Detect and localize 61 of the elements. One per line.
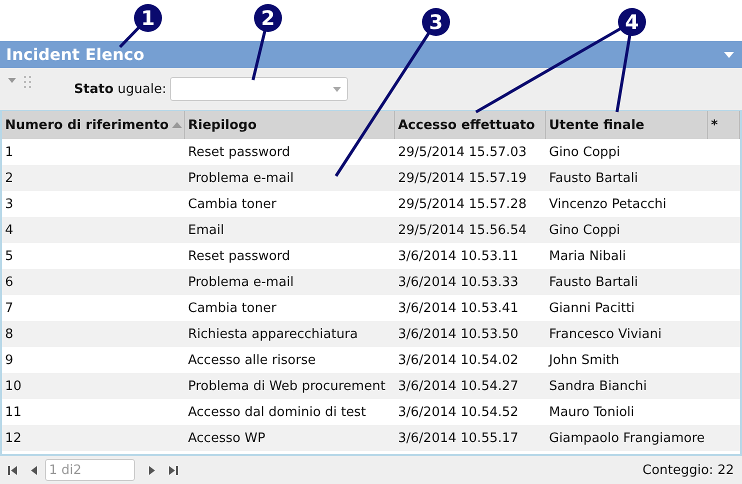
table-cell-text: 7 bbox=[4, 300, 14, 318]
callout-number: 1 bbox=[134, 4, 162, 32]
table-cell-text: Gianni Pacitti bbox=[548, 300, 636, 318]
table-cell-text: 1 bbox=[4, 144, 14, 162]
table-cell-text: 3/6/2014 10.53.33 bbox=[397, 274, 520, 292]
table-cell-text: Reset password bbox=[187, 248, 292, 266]
table-cell-text: Fausto Bartali bbox=[548, 170, 639, 188]
table-cell-text: Accesso alle risorse bbox=[187, 352, 317, 370]
table-cell-text: John Smith bbox=[547, 352, 620, 370]
table-cell-text: Maria Nibali bbox=[548, 248, 628, 266]
callout-number: 4 bbox=[618, 8, 646, 36]
table-cell-text: Sandra Bianchi bbox=[548, 378, 648, 396]
table-cell-text: 3/6/2014 10.53.11 bbox=[397, 248, 520, 266]
table-cell-text: Richiesta apparecchiatura bbox=[187, 326, 359, 344]
table-cell-text: Cambia toner bbox=[187, 300, 278, 318]
table-cell-text: 3/6/2014 10.54.27 bbox=[397, 378, 520, 396]
table-cell-text: 12 bbox=[4, 430, 23, 448]
table-cell-text: 11 bbox=[4, 404, 23, 422]
table-cell-text: 3/6/2014 10.53.41 bbox=[397, 300, 520, 318]
table-cell-text: 10 bbox=[4, 378, 23, 396]
table-cell-text: Accesso WP bbox=[187, 430, 266, 448]
table-cell-text: 29/5/2014 15.57.28 bbox=[397, 196, 528, 214]
table-cell-text: Cambia toner bbox=[187, 196, 278, 214]
callout-number: 3 bbox=[422, 8, 450, 36]
filter-label: Stato uguale: bbox=[74, 82, 166, 96]
dropdown-caret-icon[interactable] bbox=[724, 52, 734, 58]
record-count: Conteggio: 22 bbox=[642, 462, 734, 478]
table-cell-text: Problema e-mail bbox=[187, 170, 295, 188]
table-cell-text: 3/6/2014 10.55.17 bbox=[397, 430, 520, 448]
table-cell-text: 29/5/2014 15.57.03 bbox=[397, 144, 528, 162]
previous-page-icon[interactable] bbox=[31, 466, 37, 474]
table-cell-text: Fausto Bartali bbox=[548, 274, 639, 292]
table-cell-text: 29/5/2014 15.57.19 bbox=[397, 170, 528, 188]
table-cell-text: 3/6/2014 10.54.52 bbox=[397, 404, 520, 422]
table-cell-text: 5 bbox=[4, 248, 14, 266]
table-cell-text: 8 bbox=[4, 326, 14, 344]
table-cell-text: Gino Coppi bbox=[548, 144, 622, 162]
table-cell-text: 6 bbox=[4, 274, 14, 292]
table-cell-text: 3 bbox=[4, 196, 14, 214]
next-page-icon[interactable] bbox=[149, 466, 155, 474]
table-cell-text: Francesco Viviani bbox=[548, 326, 663, 344]
table-cell-text: Mauro Tonioli bbox=[548, 404, 636, 422]
table-cell-text: Email bbox=[187, 222, 226, 240]
table-cell-text: 29/5/2014 15.56.54 bbox=[397, 222, 528, 240]
table-cell-text: 9 bbox=[4, 352, 14, 370]
caret-icon bbox=[333, 86, 342, 92]
table-cell-text: 3/6/2014 10.53.50 bbox=[397, 326, 520, 344]
table-cell-text: Vincenzo Petacchi bbox=[548, 196, 668, 214]
callout-number: 2 bbox=[254, 4, 282, 32]
last-page-icon[interactable] bbox=[169, 466, 178, 474]
first-page-icon[interactable] bbox=[8, 466, 17, 474]
table-cell-text: Gino Coppi bbox=[548, 222, 622, 240]
table-cell-text: Problema di Web procurement bbox=[187, 378, 386, 396]
table-cell-text: Giampaolo Frangiamore bbox=[548, 430, 706, 448]
table-cell-text: Accesso dal dominio di test bbox=[187, 404, 367, 422]
table-cell-text: 2 bbox=[4, 170, 14, 188]
table-cell-text: 4 bbox=[4, 222, 14, 240]
panel-title: Incident Elenco bbox=[6, 45, 144, 64]
table-cell-text: 3/6/2014 10.54.02 bbox=[397, 352, 520, 370]
table-cell-text: Problema e-mail bbox=[187, 274, 295, 292]
table-cell-text: Reset password bbox=[187, 144, 292, 162]
